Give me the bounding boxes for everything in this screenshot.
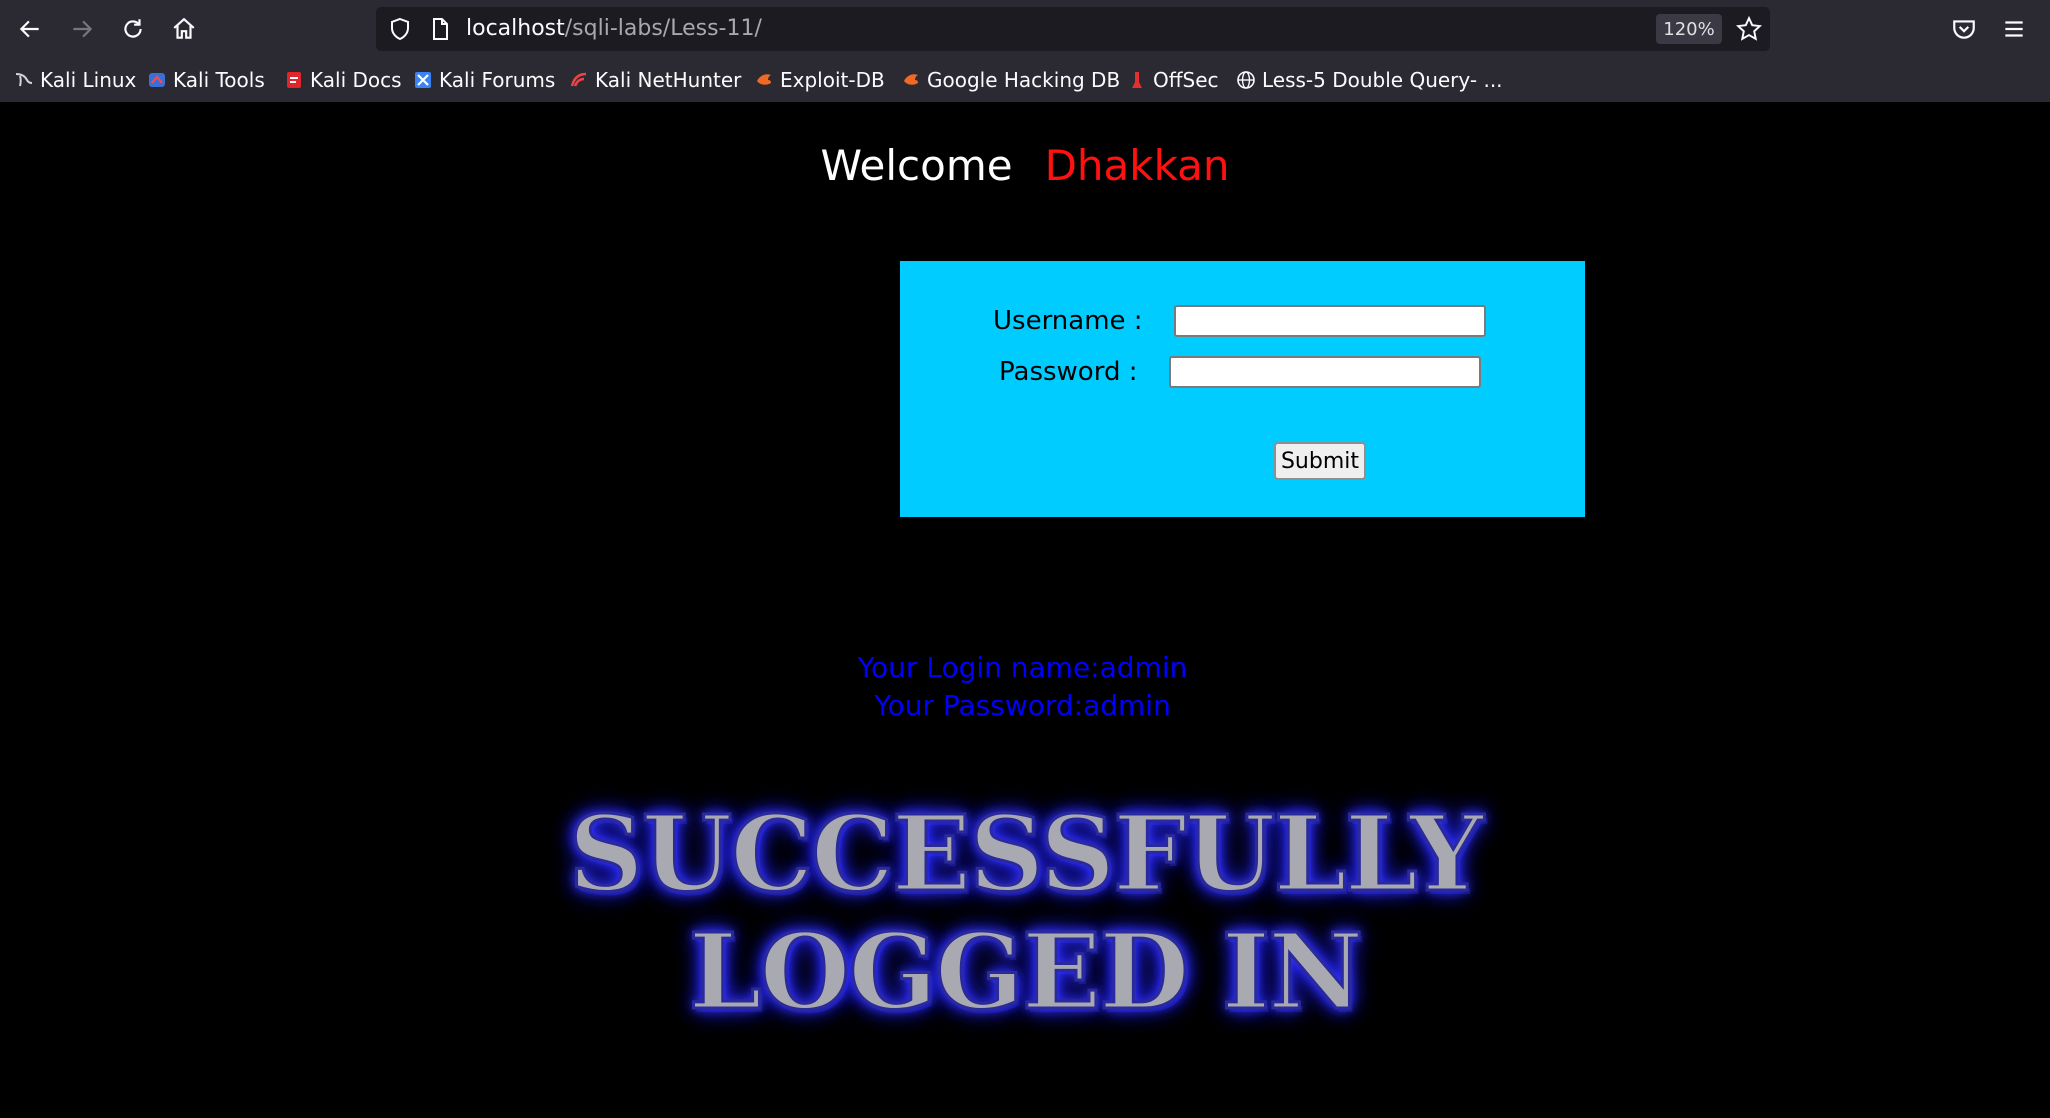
home-icon xyxy=(173,17,195,39)
ghdb-icon xyxy=(901,70,921,90)
submit-button[interactable]: Submit xyxy=(1274,442,1366,480)
bookmarks-toolbar: Kali Linux Kali Tools Kali Docs Kali For… xyxy=(0,58,2050,102)
pocket-icon xyxy=(1953,20,1975,39)
forward-button[interactable] xyxy=(62,9,102,49)
arrow-left-icon xyxy=(19,20,39,38)
kali-tools-icon xyxy=(147,70,167,90)
bookmark-less-5[interactable]: Less-5 Double Query- ... xyxy=(1236,66,1503,94)
bookmark-kali-tools[interactable]: Kali Tools xyxy=(147,66,265,94)
bookmark-label: OffSec xyxy=(1153,68,1219,92)
nethunter-icon xyxy=(569,70,589,90)
success-banner: SUCCESSFULLY LOGGED IN xyxy=(0,792,2050,1033)
bookmark-label: Kali Docs xyxy=(310,68,402,92)
reload-icon xyxy=(124,19,142,38)
address-bar[interactable]: localhost/sqli-labs/Less-11/ 120% xyxy=(376,7,1770,51)
exploit-db-icon xyxy=(754,70,774,90)
reload-button[interactable] xyxy=(113,9,153,49)
kali-dragon-icon xyxy=(14,70,34,90)
kali-docs-icon xyxy=(284,70,304,90)
offsec-icon xyxy=(1127,70,1147,90)
login-form: Username : Password : Submit xyxy=(900,261,1585,517)
username-label: Username : xyxy=(993,306,1143,336)
bookmark-kali-linux[interactable]: Kali Linux xyxy=(14,66,136,94)
welcome-heading: Welcome Dhakkan xyxy=(0,138,2050,194)
bookmark-label: Kali NetHunter xyxy=(595,68,742,92)
home-button[interactable] xyxy=(164,9,204,49)
bookmark-kali-nethunter[interactable]: Kali NetHunter xyxy=(569,66,741,94)
bookmark-kali-forums[interactable]: Kali Forums xyxy=(413,66,555,94)
back-button[interactable] xyxy=(10,9,50,49)
bookmark-offsec[interactable]: OffSec xyxy=(1127,66,1219,94)
success-line-1: SUCCESSFULLY xyxy=(567,792,1485,915)
hamburger-menu-icon xyxy=(2005,21,2023,37)
zoom-level-badge[interactable]: 120% xyxy=(1656,14,1722,44)
login-name-result: Your Login name:admin xyxy=(857,651,1188,684)
globe-icon xyxy=(1236,70,1256,90)
browser-toolbar: localhost/sqli-labs/Less-11/ 120% xyxy=(0,0,2050,58)
url-host: localhost xyxy=(466,16,565,41)
success-line-2: LOGGED IN xyxy=(687,910,1365,1033)
bookmark-label: Kali Forums xyxy=(439,68,556,92)
bookmark-label: Kali Linux xyxy=(40,68,137,92)
pocket-button[interactable] xyxy=(1944,9,1984,49)
password-result: Your Password:admin xyxy=(874,689,1171,722)
bookmark-kali-docs[interactable]: Kali Docs xyxy=(284,66,402,94)
bookmark-label: Less-5 Double Query- ... xyxy=(1262,68,1503,92)
shield-icon[interactable] xyxy=(388,17,412,41)
bookmark-star-icon[interactable] xyxy=(1736,16,1762,42)
username-input[interactable] xyxy=(1174,305,1486,337)
url-path: /sqli-labs/Less-11/ xyxy=(564,16,762,41)
bookmark-google-hacking-db[interactable]: Google Hacking DB xyxy=(901,66,1120,94)
url-text[interactable]: localhost/sqli-labs/Less-11/ xyxy=(466,16,762,42)
kali-forums-icon xyxy=(413,70,433,90)
password-input[interactable] xyxy=(1169,356,1481,388)
welcome-text: Welcome xyxy=(820,141,1013,190)
welcome-name: Dhakkan xyxy=(1044,141,1230,190)
bookmark-label: Google Hacking DB xyxy=(927,68,1121,92)
password-label: Password : xyxy=(999,357,1138,387)
bookmark-exploit-db[interactable]: Exploit-DB xyxy=(754,66,885,94)
page-icon[interactable] xyxy=(428,17,452,41)
bookmark-label: Exploit-DB xyxy=(780,68,885,92)
bookmark-label: Kali Tools xyxy=(173,68,265,92)
menu-button[interactable] xyxy=(1994,9,2034,49)
arrow-right-icon xyxy=(73,20,93,38)
